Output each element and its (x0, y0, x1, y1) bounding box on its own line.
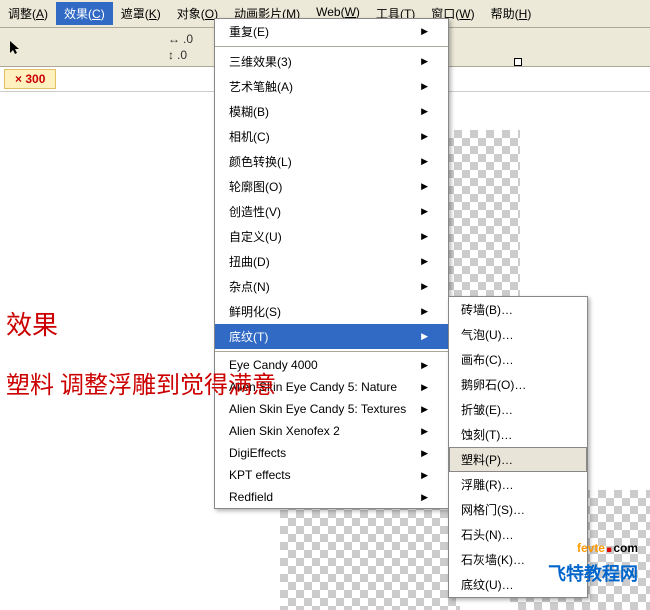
menu-item-sharpen[interactable]: 鲜明化(S) (215, 299, 448, 324)
menu-help[interactable]: 帮助(H) (483, 2, 540, 25)
menu-item-colortransform[interactable]: 颜色转换(L) (215, 149, 448, 174)
menu-item-redfield[interactable]: Redfield (215, 486, 448, 508)
menu-item-eyecandy5-textures[interactable]: Alien Skin Eye Candy 5: Textures (215, 398, 448, 420)
submenu-etch[interactable]: 蚀刻(T)… (449, 422, 587, 447)
arrow-h-icon: ↔ (168, 32, 180, 46)
menu-separator (215, 351, 448, 352)
submenu-screendoor[interactable]: 网格门(S)… (449, 497, 587, 522)
menu-item-repeat[interactable]: 重复(E) (215, 19, 448, 44)
menu-item-3d[interactable]: 三维效果(3) (215, 49, 448, 74)
menu-item-kpt[interactable]: KPT effects (215, 464, 448, 486)
position-inputs: ↔.0 ↕.0 (168, 32, 193, 62)
watermark-domain: fevte.com (548, 526, 638, 560)
menu-item-xenofex2[interactable]: Alien Skin Xenofex 2 (215, 420, 448, 442)
cursor-icon[interactable] (8, 39, 24, 55)
menu-item-contour[interactable]: 轮廓图(O) (215, 174, 448, 199)
submenu-brick[interactable]: 砖墙(B)… (449, 297, 587, 322)
selection-handle[interactable] (514, 58, 522, 66)
annotation-effects: 效果 (6, 305, 58, 342)
submenu-crease[interactable]: 折皱(E)… (449, 397, 587, 422)
watermark: fevte.com 飞特教程网 (548, 526, 638, 586)
menu-item-artstroke[interactable]: 艺术笔触(A) (215, 74, 448, 99)
menu-item-texture[interactable]: 底纹(T) (215, 324, 448, 349)
menu-item-camera[interactable]: 相机(C) (215, 124, 448, 149)
arrow-v-icon: ↕ (168, 48, 174, 62)
menu-item-custom[interactable]: 自定义(U) (215, 224, 448, 249)
x-value[interactable]: .0 (183, 32, 193, 46)
submenu-cobblestone[interactable]: 鹅卵石(O)… (449, 372, 587, 397)
menu-mask[interactable]: 遮罩(K) (113, 2, 169, 25)
submenu-plastic[interactable]: 塑料(P)… (449, 447, 587, 472)
menu-item-blur[interactable]: 模糊(B) (215, 99, 448, 124)
menu-effects[interactable]: 效果(C) (56, 2, 113, 25)
submenu-canvas[interactable]: 画布(C)… (449, 347, 587, 372)
submenu-bubble[interactable]: 气泡(U)… (449, 322, 587, 347)
menu-separator (215, 46, 448, 47)
y-value[interactable]: .0 (177, 48, 187, 62)
watermark-subtitle: 飞特教程网 (548, 560, 638, 586)
submenu-relief[interactable]: 浮雕(R)… (449, 472, 587, 497)
menu-adjust[interactable]: 调整(A) (0, 2, 56, 25)
menu-item-creative[interactable]: 创造性(V) (215, 199, 448, 224)
menu-item-distort[interactable]: 扭曲(D) (215, 249, 448, 274)
annotation-instruction: 塑料 调整浮雕到觉得满意 (6, 365, 276, 400)
effects-dropdown: 重复(E) 三维效果(3) 艺术笔触(A) 模糊(B) 相机(C) 颜色转换(L… (214, 18, 449, 509)
menu-item-noise[interactable]: 杂点(N) (215, 274, 448, 299)
menu-item-digieffects[interactable]: DigiEffects (215, 442, 448, 464)
